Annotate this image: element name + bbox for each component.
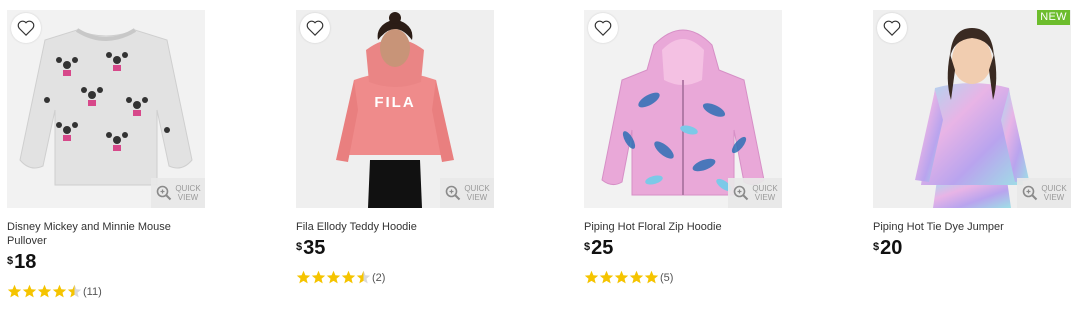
- product-price: $18: [7, 251, 37, 273]
- product-price: $25: [584, 237, 614, 259]
- product-rating: (5): [584, 270, 784, 285]
- product-image[interactable]: FILA QUICK VIEW: [296, 10, 494, 208]
- quick-view-label: QUICK VIEW: [1041, 184, 1067, 202]
- wishlist-button[interactable]: [877, 13, 907, 43]
- star-icon: [7, 284, 22, 298]
- star-icon: [22, 284, 37, 298]
- quick-view-button[interactable]: QUICK VIEW: [151, 178, 205, 208]
- star-icon: [356, 270, 371, 284]
- wishlist-button[interactable]: [588, 13, 618, 43]
- product-price: $35: [296, 237, 326, 259]
- heart-icon: [306, 20, 324, 36]
- product-card[interactable]: QUICK VIEW Piping Hot Floral Zip Hoodie $…: [584, 10, 784, 285]
- star-icon: [584, 270, 599, 284]
- product-card[interactable]: NEW QUICK VIEW Piping Hot Tie Dye Jumper …: [873, 10, 1073, 260]
- product-title[interactable]: Fila Ellody Teddy Hoodie: [296, 220, 481, 234]
- star-icon: [326, 270, 341, 284]
- quick-view-label: QUICK VIEW: [464, 184, 490, 202]
- review-count: (2): [372, 271, 386, 284]
- quick-view-button[interactable]: QUICK VIEW: [440, 178, 494, 208]
- product-rating: (11): [7, 284, 207, 299]
- product-image[interactable]: QUICK VIEW: [7, 10, 205, 208]
- quick-view-button[interactable]: QUICK VIEW: [1017, 178, 1071, 208]
- quick-view-label: QUICK VIEW: [175, 184, 201, 202]
- product-title[interactable]: Piping Hot Tie Dye Jumper: [873, 220, 1058, 234]
- wishlist-button[interactable]: [11, 13, 41, 43]
- zoom-icon: [733, 185, 749, 201]
- heart-icon: [883, 20, 901, 36]
- zoom-icon: [156, 185, 172, 201]
- star-icon: [644, 270, 659, 284]
- star-icon: [52, 284, 67, 298]
- product-title[interactable]: Piping Hot Floral Zip Hoodie: [584, 220, 769, 234]
- product-rating: (2): [296, 270, 496, 285]
- heart-icon: [17, 20, 35, 36]
- heart-icon: [594, 20, 612, 36]
- star-icon: [296, 270, 311, 284]
- product-price: $20: [873, 237, 903, 259]
- review-count: (11): [83, 285, 102, 298]
- star-icon: [614, 270, 629, 284]
- product-card[interactable]: QUICK VIEW Disney Mickey and Minnie Mouse…: [7, 10, 207, 299]
- star-rating: [296, 270, 371, 285]
- product-grid: QUICK VIEW Disney Mickey and Minnie Mouse…: [0, 0, 1080, 317]
- wishlist-button[interactable]: [300, 13, 330, 43]
- new-badge: NEW: [1037, 10, 1070, 25]
- star-icon: [341, 270, 356, 284]
- review-count: (5): [660, 271, 674, 284]
- star-icon: [37, 284, 52, 298]
- product-image[interactable]: NEW QUICK VIEW: [873, 10, 1071, 208]
- star-icon: [311, 270, 326, 284]
- quick-view-button[interactable]: QUICK VIEW: [728, 178, 782, 208]
- zoom-icon: [445, 185, 461, 201]
- zoom-icon: [1022, 185, 1038, 201]
- product-title[interactable]: Disney Mickey and Minnie Mouse Pullover: [7, 220, 192, 248]
- svg-text:FILA: FILA: [374, 94, 415, 111]
- star-rating: [7, 284, 82, 299]
- star-rating: [584, 270, 659, 285]
- product-image[interactable]: QUICK VIEW: [584, 10, 782, 208]
- quick-view-label: QUICK VIEW: [752, 184, 778, 202]
- star-icon: [599, 270, 614, 284]
- star-icon: [67, 284, 82, 298]
- star-icon: [629, 270, 644, 284]
- product-card[interactable]: FILA QUICK VIEW Fila Ellody Teddy Hoodie …: [296, 10, 496, 285]
